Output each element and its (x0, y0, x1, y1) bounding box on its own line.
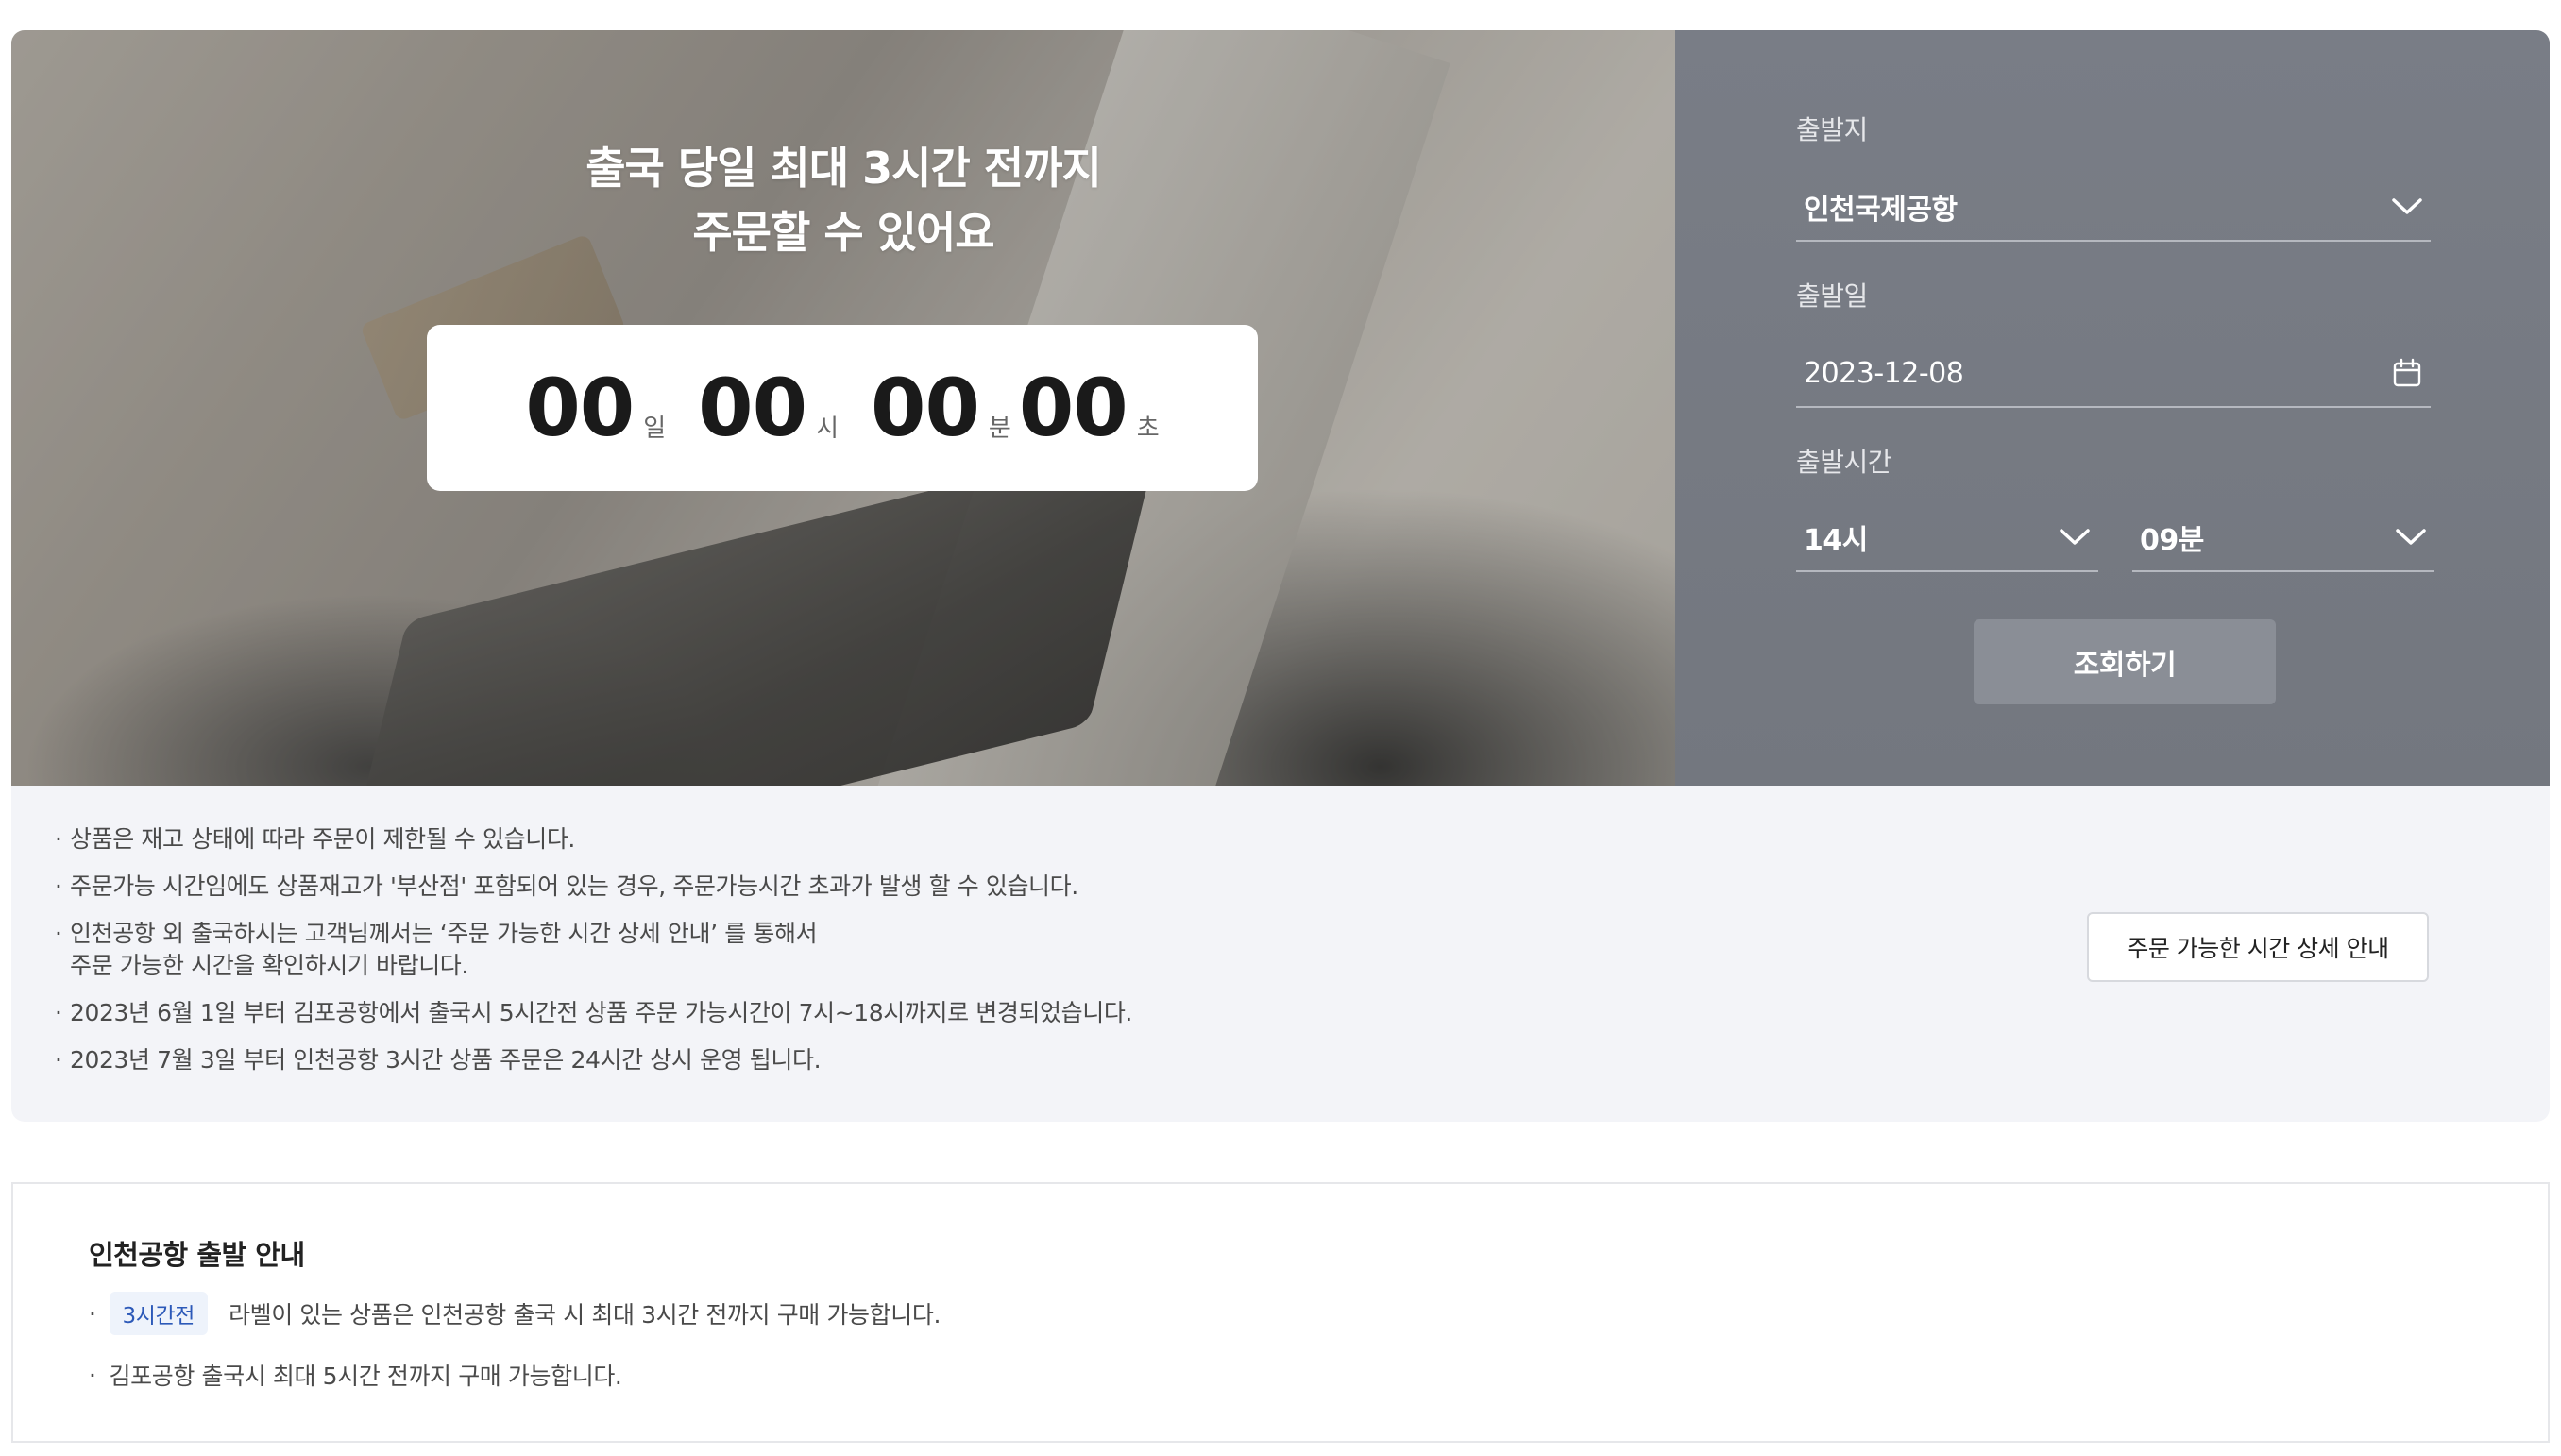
hour-value: 14시 (1804, 524, 1868, 557)
notice-item: 2023년 6월 1일 부터 김포공항에서 출국시 5시간전 상품 주문 가능시… (55, 997, 1132, 1029)
notice-item: 2023년 7월 3일 부터 인천공항 3시간 상품 주문은 24시간 상시 운… (55, 1044, 1132, 1076)
chevron-down-icon (2391, 191, 2423, 223)
departure-search-panel: 출발지 인천국제공항 출발일 2023-12-08 출발시간 14시 09분 조… (1675, 30, 2550, 786)
hero-banner: 출국 당일 최대 3시간 전까지 주문할 수 있어요 00 일 00 시 00 … (11, 30, 2550, 786)
countdown-hours-label: 시 (816, 415, 839, 443)
departure-label: 출발지 (1796, 114, 1868, 145)
search-button[interactable]: 조회하기 (1974, 619, 2276, 704)
countdown-timer: 00 일 00 시 00 분 00 초 (427, 325, 1258, 491)
guide-line-incheon-text: 라벨이 있는 상품은 인천공항 출국 시 최대 3시간 전까지 구매 가능합니다… (229, 1301, 941, 1329)
guide-line-gimpo: · 김포공항 출국시 최대 5시간 전까지 구매 가능합니다. (89, 1358, 622, 1392)
countdown-days: 00 일 (525, 368, 666, 448)
three-hours-badge: 3시간전 (109, 1292, 209, 1335)
departure-value: 인천국제공항 (1804, 194, 1958, 227)
guide-title: 인천공항 출발 안내 (89, 1239, 305, 1271)
chevron-down-icon (2059, 521, 2091, 553)
date-label: 출발일 (1796, 280, 1868, 312)
countdown-hours: 00 시 (698, 368, 839, 448)
incheon-departure-guide: 인천공항 출발 안내 · 3시간전 라벨이 있는 상품은 인천공항 출국 시 최… (11, 1182, 2550, 1443)
calendar-icon[interactable] (2391, 357, 2423, 389)
date-value: 2023-12-08 (1804, 356, 1964, 390)
countdown-minutes: 00 분 (871, 368, 1011, 448)
countdown-seconds-value: 00 (1018, 362, 1128, 454)
chevron-down-icon (2395, 521, 2427, 553)
countdown-hours-value: 00 (698, 362, 807, 454)
hero-title: 출국 당일 최대 3시간 전까지 주문할 수 있어요 (11, 136, 1675, 264)
hero-title-line1: 출국 당일 최대 3시간 전까지 (585, 143, 1102, 194)
guide-line-gimpo-text: 김포공항 출국시 최대 5시간 전까지 구매 가능합니다. (109, 1363, 622, 1390)
notice-item: 주문가능 시간임에도 상품재고가 '부산점' 포함되어 있는 경우, 주문가능시… (55, 871, 1132, 903)
countdown-seconds-label: 초 (1136, 415, 1160, 443)
page: 출국 당일 최대 3시간 전까지 주문할 수 있어요 00 일 00 시 00 … (0, 0, 2561, 1456)
notice-item-continued: 주문 가능한 시간을 확인하시기 바랍니다. (70, 952, 468, 979)
countdown-seconds: 00 초 (1019, 368, 1160, 448)
departure-select[interactable]: 인천국제공항 (1796, 174, 2431, 242)
notice-list: 상품은 재고 상태에 따라 주문이 제한될 수 있습니다. 주문가능 시간임에도… (55, 823, 1132, 1092)
minute-value: 09분 (2140, 524, 2204, 557)
date-picker[interactable]: 2023-12-08 (1796, 340, 2431, 408)
countdown-minutes-label: 분 (988, 415, 1011, 443)
notice-item: 인천공항 외 출국하시는 고객님께서는 ‘주문 가능한 시간 상세 안내’ 를 … (55, 918, 1132, 950)
hero-title-line2: 주문할 수 있어요 (692, 207, 994, 258)
notice-item: 상품은 재고 상태에 따라 주문이 제한될 수 있습니다. (55, 823, 1132, 855)
minute-select[interactable]: 09분 (2132, 504, 2434, 572)
hour-select[interactable]: 14시 (1796, 504, 2098, 572)
hero-background-photo: 출국 당일 최대 3시간 전까지 주문할 수 있어요 00 일 00 시 00 … (11, 30, 1675, 786)
countdown-minutes-value: 00 (871, 362, 980, 454)
time-label: 출발시간 (1796, 447, 1892, 478)
countdown-days-label: 일 (643, 415, 667, 443)
countdown-days-value: 00 (525, 362, 635, 454)
order-time-detail-button[interactable]: 주문 가능한 시간 상세 안내 (2087, 912, 2429, 982)
guide-line-incheon: · 3시간전 라벨이 있는 상품은 인천공항 출국 시 최대 3시간 전까지 구… (89, 1292, 941, 1335)
order-notice: 상품은 재고 상태에 따라 주문이 제한될 수 있습니다. 주문가능 시간임에도… (11, 786, 2550, 1122)
